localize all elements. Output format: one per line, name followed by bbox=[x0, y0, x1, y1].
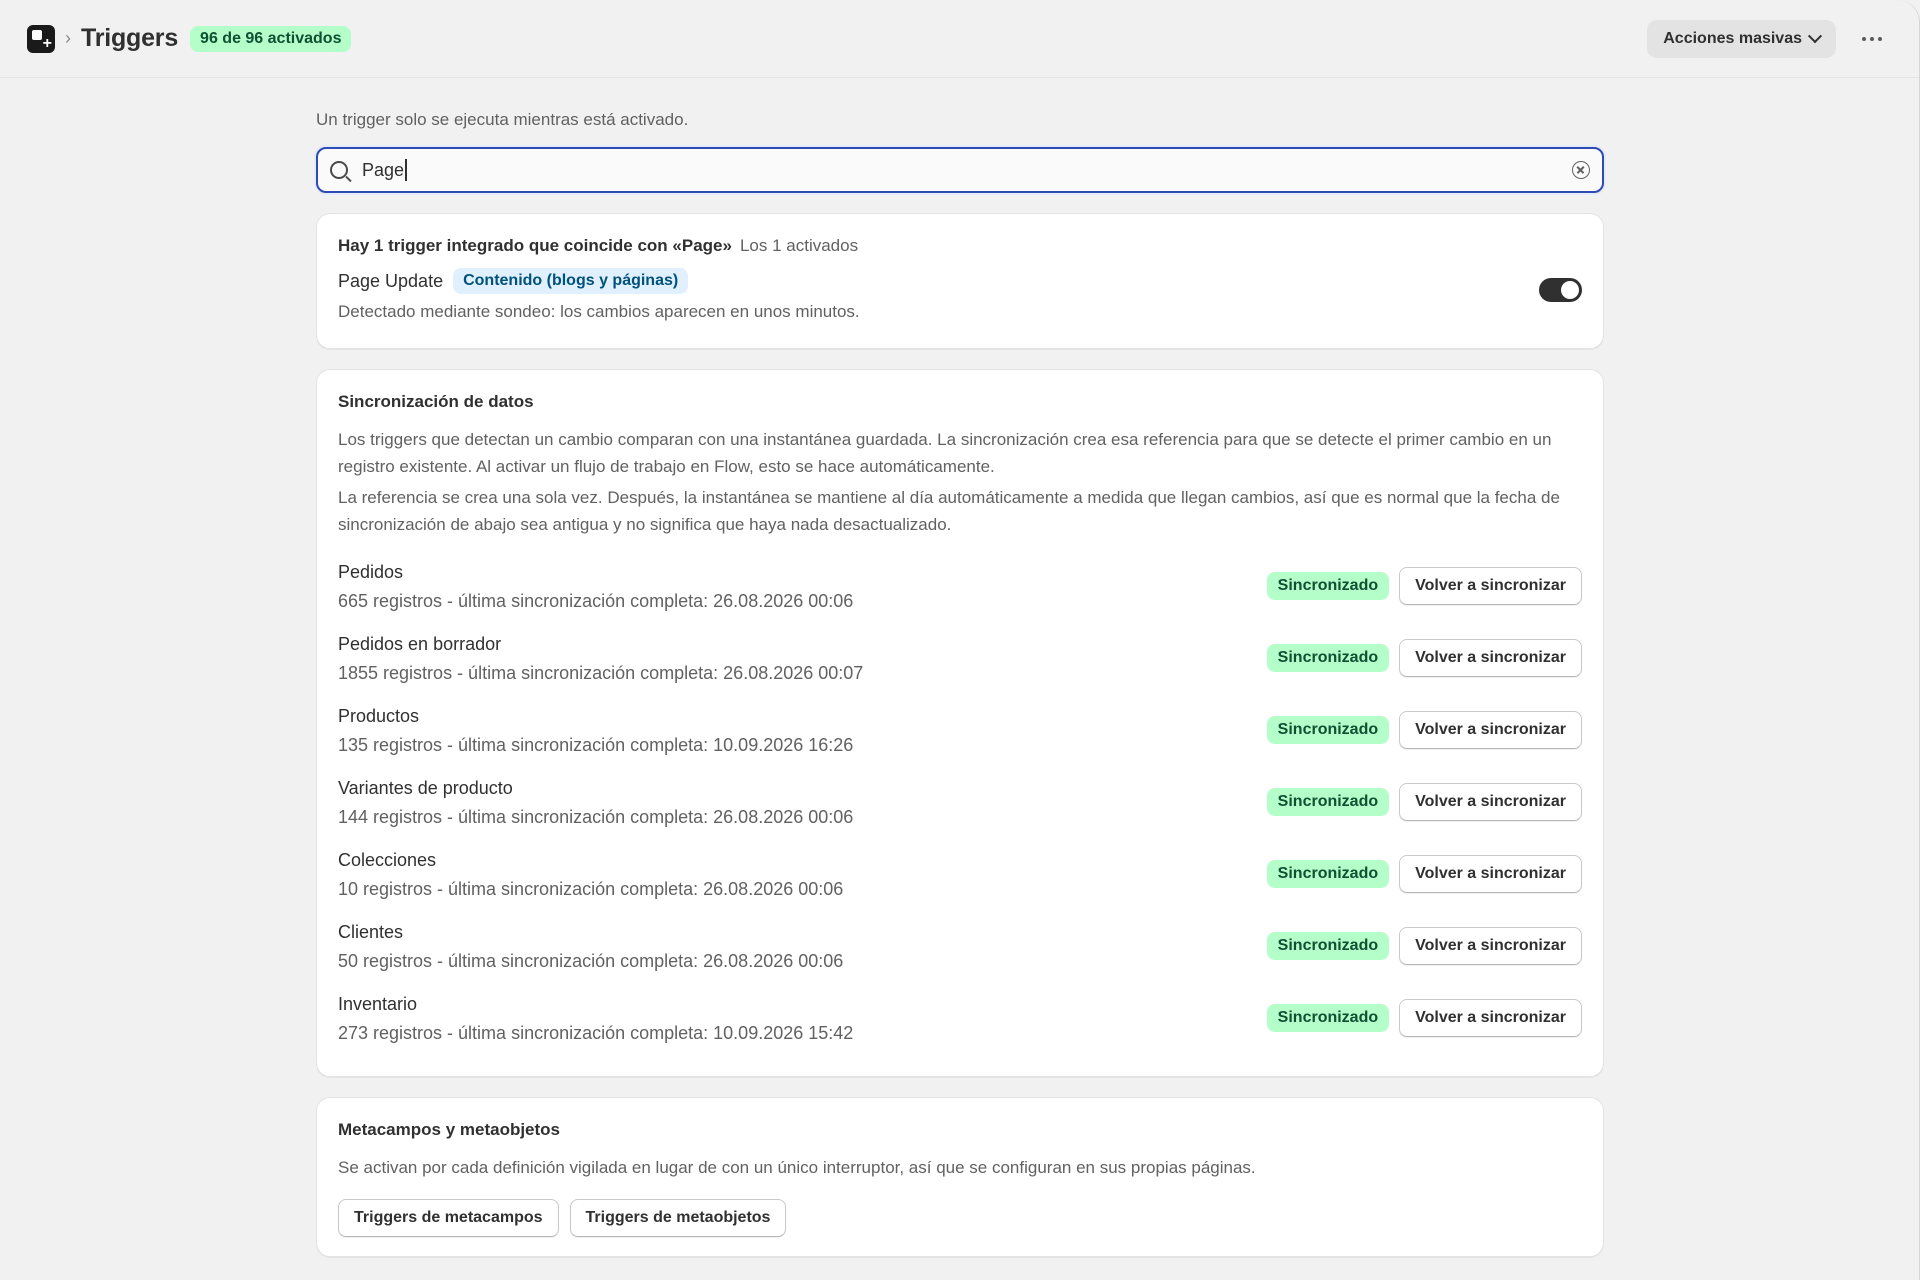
synced-status-badge: Sincronizado bbox=[1266, 860, 1390, 888]
sync-list: Pedidos 665 registros - última sincroniza… bbox=[338, 550, 1582, 1054]
results-subheading: Los 1 activados bbox=[739, 236, 859, 255]
search-input[interactable]: Page bbox=[362, 159, 1572, 181]
sync-row: Pedidos 665 registros - última sincroniza… bbox=[338, 550, 1582, 622]
resync-button[interactable]: Volver a sincronizar bbox=[1399, 855, 1582, 893]
trigger-name: Page Update bbox=[338, 270, 444, 291]
resync-button[interactable]: Volver a sincronizar bbox=[1399, 927, 1582, 965]
app-window: + › Triggers 96 de 96 activados Acciones… bbox=[0, 0, 1920, 1280]
sync-row-meta: 273 registros - última sincronización co… bbox=[338, 1022, 854, 1043]
sync-row: Inventario 273 registros - última sincron… bbox=[338, 982, 1582, 1054]
resync-button[interactable]: Volver a sincronizar bbox=[1399, 783, 1582, 821]
synced-status-badge: Sincronizado bbox=[1266, 644, 1390, 672]
sync-row-name: Pedidos bbox=[338, 561, 404, 582]
top-bar: + › Triggers 96 de 96 activados Acciones… bbox=[0, 0, 1919, 78]
sync-row-name: Productos bbox=[338, 705, 420, 726]
data-sync-card: Sincronización de datos Los triggers que… bbox=[316, 369, 1604, 1077]
sync-row-name: Variantes de producto bbox=[338, 777, 513, 798]
sync-row-meta: 665 registros - última sincronización co… bbox=[338, 590, 854, 611]
sync-card-title: Sincronización de datos bbox=[338, 392, 534, 411]
metafields-actions: Triggers de metacampos Triggers de metao… bbox=[338, 1199, 1582, 1237]
sync-row-name: Colecciones bbox=[338, 849, 437, 870]
more-dots-icon bbox=[1862, 36, 1866, 41]
page-title: Triggers bbox=[81, 24, 179, 52]
trigger-category-badge: Contenido (blogs y páginas) bbox=[453, 268, 689, 294]
metaobject-triggers-button[interactable]: Triggers de metaobjetos bbox=[569, 1199, 787, 1237]
sync-row: Pedidos en borrador 1855 registros - últi… bbox=[338, 622, 1582, 694]
sync-row-name: Pedidos en borrador bbox=[338, 633, 502, 654]
sync-row-name: Inventario bbox=[338, 993, 418, 1014]
sync-row-meta: 144 registros - última sincronización co… bbox=[338, 806, 854, 827]
synced-status-badge: Sincronizado bbox=[1266, 932, 1390, 960]
trigger-description: Detectado mediante sondeo: los cambios a… bbox=[338, 302, 860, 321]
more-actions-button[interactable] bbox=[1852, 20, 1892, 58]
search-field[interactable]: Page bbox=[316, 147, 1604, 193]
sync-row-meta: 10 registros - última sincronización com… bbox=[338, 878, 844, 899]
resync-button[interactable]: Volver a sincronizar bbox=[1399, 999, 1582, 1037]
sync-row-meta: 1855 registros - última sincronización c… bbox=[338, 662, 864, 683]
breadcrumb-chevron-icon: › bbox=[65, 28, 71, 48]
trigger-row: Page Update Contenido (blogs y páginas) bbox=[338, 268, 1582, 294]
intro-text: Un trigger solo se ejecuta mientras está… bbox=[316, 110, 689, 129]
sync-row: Clientes 50 registros - última sincroniza… bbox=[338, 910, 1582, 982]
main-content: Un trigger solo se ejecuta mientras está… bbox=[316, 78, 1604, 1257]
synced-status-badge: Sincronizado bbox=[1266, 1004, 1390, 1032]
sync-description-1: Los triggers que detectan un cambio comp… bbox=[338, 430, 1552, 476]
clear-search-icon[interactable] bbox=[1572, 161, 1590, 179]
sync-row: Productos 135 registros - última sincroni… bbox=[338, 694, 1582, 766]
metafields-card: Metacampos y metaobjetos Se activan por … bbox=[316, 1097, 1604, 1257]
sync-description-2: La referencia se crea una sola vez. Desp… bbox=[338, 488, 1560, 534]
synced-status-badge: Sincronizado bbox=[1266, 716, 1390, 744]
bulk-actions-label: Acciones masivas bbox=[1663, 29, 1802, 47]
results-heading-text: Hay 1 trigger integrado que coincide con… bbox=[338, 236, 732, 255]
results-heading: Hay 1 trigger integrado que coincide con… bbox=[338, 236, 1582, 256]
resync-button[interactable]: Volver a sincronizar bbox=[1399, 567, 1582, 605]
sync-row: Variantes de producto 144 registros - últ… bbox=[338, 766, 1582, 838]
metafields-card-title: Metacampos y metaobjetos bbox=[338, 1120, 561, 1139]
search-icon bbox=[330, 161, 348, 179]
synced-status-badge: Sincronizado bbox=[1266, 788, 1390, 816]
chevron-down-icon bbox=[1807, 28, 1823, 43]
metafield-triggers-button[interactable]: Triggers de metacampos bbox=[338, 1199, 559, 1237]
sync-row-meta: 50 registros - última sincronización com… bbox=[338, 950, 844, 971]
resync-button[interactable]: Volver a sincronizar bbox=[1399, 711, 1582, 749]
bulk-actions-button[interactable]: Acciones masivas bbox=[1647, 19, 1836, 58]
metafields-description: Se activan por cada definición vigilada … bbox=[338, 1158, 1256, 1177]
sync-row: Colecciones 10 registros - última sincron… bbox=[338, 838, 1582, 910]
sync-row-meta: 135 registros - última sincronización co… bbox=[338, 734, 854, 755]
trigger-enabled-toggle[interactable] bbox=[1539, 278, 1582, 302]
flow-app-icon[interactable]: + bbox=[27, 24, 55, 53]
synced-status-badge: Sincronizado bbox=[1266, 572, 1390, 600]
activated-count-badge: 96 de 96 activados bbox=[190, 25, 352, 52]
search-results-card: Hay 1 trigger integrado que coincide con… bbox=[316, 213, 1604, 349]
sync-row-name: Clientes bbox=[338, 921, 404, 942]
resync-button[interactable]: Volver a sincronizar bbox=[1399, 639, 1582, 677]
